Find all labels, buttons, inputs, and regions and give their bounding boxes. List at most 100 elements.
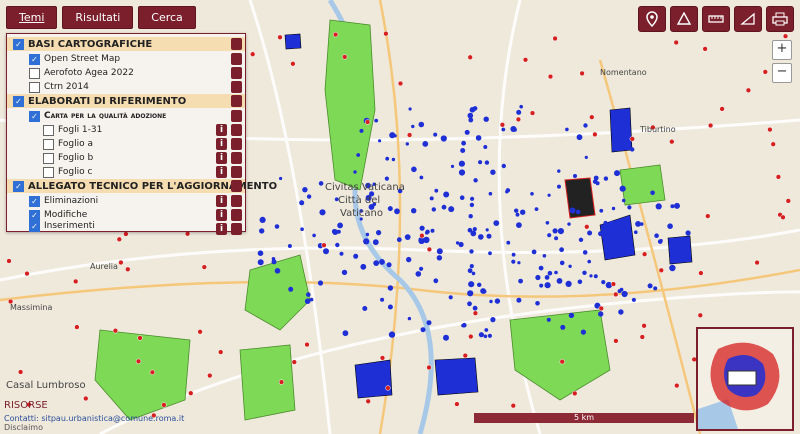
zoom-out-button[interactable]: − (772, 63, 792, 83)
layer-carta[interactable]: ✓ Carta per la qualità adozione (7, 109, 245, 123)
info-icon[interactable]: i (216, 195, 227, 207)
group-allegato[interactable]: ✓ ALLEGATO TECNICO PER L'AGGIORNAMENTO (7, 179, 277, 193)
info-icon[interactable]: i (216, 138, 227, 150)
checkbox-osm[interactable]: ✓ (29, 53, 40, 65)
blue-point (419, 175, 424, 180)
blue-point (547, 193, 551, 197)
map-pin-icon[interactable] (231, 38, 242, 50)
measure-ruler-icon[interactable] (702, 6, 730, 32)
layer-osm[interactable]: ✓ Open Street Map (7, 52, 245, 66)
checkbox-foglio-b[interactable] (43, 152, 54, 164)
layer-inserimenti[interactable]: ✓ Inserimenti i (7, 220, 245, 235)
print-icon[interactable] (766, 6, 794, 32)
location-pin-icon[interactable] (638, 6, 666, 32)
checkbox-agea[interactable] (29, 67, 40, 79)
blue-point (478, 234, 484, 240)
info-icon[interactable]: i (216, 209, 227, 221)
blue-point (419, 266, 424, 271)
map-pin-icon[interactable] (231, 124, 242, 136)
blue-point (484, 160, 490, 165)
info-icon[interactable]: i (216, 124, 227, 136)
blue-point (639, 222, 644, 226)
group-elaborati[interactable]: ✓ ELABORATI DI RIFERIMENTO (7, 94, 245, 108)
map-label-vatican: Civitas Vaticana (325, 182, 405, 193)
blue-point (374, 118, 379, 123)
blue-point (288, 286, 294, 292)
contact-link[interactable]: Contatti: sitpau.urbanistica@comune.roma… (4, 414, 184, 423)
checkbox-ctrn[interactable] (29, 81, 40, 93)
layer-modifiche[interactable]: ✓ Modifiche i (7, 208, 245, 222)
red-point (364, 119, 371, 125)
info-icon[interactable]: i (216, 223, 227, 235)
layer-fogli-label: Fogli 1-31 (58, 125, 103, 135)
layer-foglio-a[interactable]: Foglio a i (7, 137, 245, 151)
map-pin-icon[interactable] (231, 180, 242, 192)
blue-point (430, 228, 435, 233)
map-pin-icon[interactable] (231, 209, 242, 221)
blue-point (353, 253, 359, 259)
blue-point (619, 185, 626, 192)
blue-point (634, 230, 638, 234)
disclaimer-link[interactable]: Disclaimo (4, 423, 43, 432)
info-icon[interactable]: i (216, 152, 227, 164)
layer-foglio-b[interactable]: Foglio b i (7, 151, 245, 165)
layer-eliminazioni[interactable]: ✓ Eliminazioni i (7, 194, 245, 208)
layer-agea[interactable]: Aerofoto Agea 2022 (7, 66, 245, 80)
checkbox-modifiche[interactable]: ✓ (29, 209, 40, 221)
checkbox-foglio-c[interactable] (43, 166, 54, 178)
blue-point (473, 178, 478, 183)
blue-point (530, 192, 534, 196)
info-icon[interactable]: i (216, 166, 227, 178)
blue-point (319, 209, 326, 216)
checkbox-carta[interactable]: ✓ (29, 110, 40, 122)
map-pin-icon[interactable] (231, 138, 242, 150)
checkbox-allegato[interactable]: ✓ (13, 180, 24, 192)
blue-point (547, 270, 553, 276)
blue-point (630, 147, 635, 152)
map-pin-icon[interactable] (231, 81, 242, 93)
blue-point (467, 227, 473, 233)
layer-fogli[interactable]: Fogli 1-31 i (7, 123, 245, 137)
tab-cerca[interactable]: Cerca (138, 6, 196, 29)
blue-point (489, 299, 493, 304)
blue-point (406, 256, 412, 263)
group-basi[interactable]: ✓ BASI CARTOGRAFICHE (7, 37, 245, 51)
map-pin-icon[interactable] (231, 67, 242, 79)
map-pin-icon[interactable] (231, 110, 242, 122)
red-point (669, 139, 675, 145)
blue-point (601, 280, 606, 285)
recycle-icon[interactable] (670, 6, 698, 32)
checkbox-foglio-a[interactable] (43, 138, 54, 150)
overview-map[interactable] (696, 327, 794, 431)
tab-risultati[interactable]: Risultati (62, 6, 134, 29)
checkbox-inserimenti[interactable]: ✓ (29, 220, 40, 232)
area-ruler-icon[interactable] (734, 6, 762, 32)
blue-point (582, 270, 587, 275)
blue-point (365, 232, 370, 237)
red-point (719, 106, 725, 112)
blue-point (511, 252, 516, 257)
checkbox-fogli[interactable] (43, 124, 54, 136)
tab-temi[interactable]: Temi (6, 6, 58, 29)
map-pin-icon[interactable] (231, 95, 242, 107)
blue-point (353, 170, 357, 174)
blue-point (408, 107, 412, 111)
layer-foglio-c[interactable]: Foglio c i (7, 165, 245, 179)
checkbox-elaborati[interactable]: ✓ (13, 95, 24, 107)
blue-point (685, 230, 691, 236)
map-pin-icon[interactable] (231, 152, 242, 164)
map-pin-icon[interactable] (231, 223, 242, 235)
map-pin-icon[interactable] (231, 166, 242, 178)
layer-ctrn[interactable]: Ctrn 2014 (7, 80, 245, 94)
checkbox-basi[interactable]: ✓ (13, 38, 24, 50)
blue-point (404, 234, 411, 241)
red-point (201, 264, 207, 270)
blue-point (552, 228, 558, 234)
red-point (658, 267, 664, 273)
blue-point (598, 311, 604, 317)
zoom-in-button[interactable]: + (772, 40, 792, 60)
blue-point (467, 112, 474, 119)
checkbox-eliminazioni[interactable]: ✓ (29, 195, 40, 207)
map-pin-icon[interactable] (231, 195, 242, 207)
map-pin-icon[interactable] (231, 53, 242, 65)
